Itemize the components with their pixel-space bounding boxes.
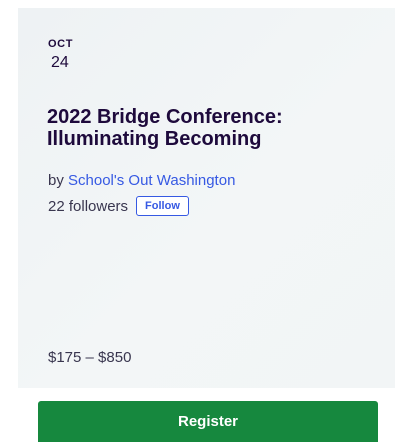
register-button[interactable]: Register bbox=[38, 401, 378, 442]
follow-button[interactable]: Follow bbox=[136, 196, 189, 216]
organizer-link[interactable]: School's Out Washington bbox=[68, 172, 235, 189]
followers-row: 22 followers Follow bbox=[48, 196, 189, 216]
event-card: OCT 24 2022 Bridge Conference: Illuminat… bbox=[18, 8, 395, 388]
event-date-month: OCT bbox=[48, 38, 74, 50]
event-date-day: 24 bbox=[51, 54, 69, 71]
event-title: 2022 Bridge Conference: Illuminating Bec… bbox=[47, 106, 283, 150]
event-price: $175 – $850 bbox=[48, 349, 132, 366]
followers-count: 22 followers bbox=[48, 197, 129, 215]
organizer-prefix: by bbox=[48, 172, 64, 189]
event-organizer: by School's Out Washington bbox=[48, 172, 235, 189]
